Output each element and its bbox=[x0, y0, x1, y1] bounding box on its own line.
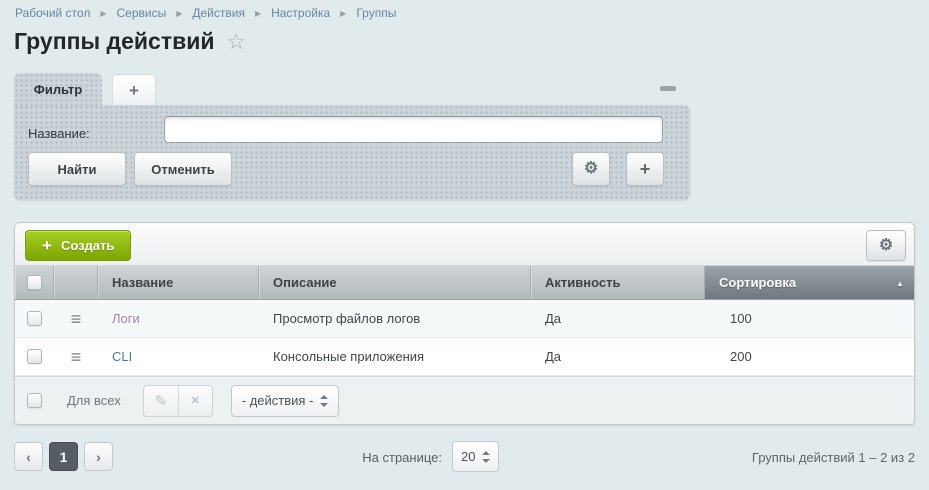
gear-icon: ⚙ bbox=[583, 160, 599, 177]
row-name-link[interactable]: CLI bbox=[112, 349, 132, 364]
table-row: ≡ Логи Просмотр файлов логов Да 100 bbox=[15, 300, 914, 338]
select-all-checkbox[interactable] bbox=[26, 275, 42, 290]
records-counter: Группы действий 1 – 2 из 2 bbox=[751, 450, 915, 465]
page-title: Группы действий bbox=[14, 28, 215, 54]
add-filter-tab-button[interactable]: + bbox=[112, 74, 156, 106]
row-sort: 200 bbox=[730, 349, 752, 364]
sort-asc-icon: ▲ bbox=[896, 279, 904, 288]
breadcrumb-separator-icon: ▶ bbox=[100, 9, 107, 18]
breadcrumb-link-services[interactable]: Сервисы bbox=[116, 6, 166, 20]
per-page-label: На странице: bbox=[362, 450, 442, 465]
row-active: Да bbox=[545, 311, 562, 326]
grid-settings-button[interactable]: ⚙ bbox=[866, 230, 906, 261]
chevron-right-icon: › bbox=[96, 448, 101, 465]
chevron-left-icon: ‹ bbox=[26, 448, 31, 465]
breadcrumb-link-desktop[interactable]: Рабочий стол bbox=[15, 6, 90, 20]
for-all-label: Для всех bbox=[67, 393, 121, 408]
plus-icon: + bbox=[129, 80, 139, 100]
row-menu-icon[interactable]: ≡ bbox=[71, 348, 82, 366]
breadcrumb: Рабочий стол ▶ Сервисы ▶ Действия ▶ Настройка ▶… bbox=[15, 6, 396, 20]
row-description: Просмотр файлов логов bbox=[273, 311, 421, 326]
row-name-link[interactable]: Логи bbox=[112, 311, 140, 326]
tab-filter[interactable]: Фильтр bbox=[14, 73, 102, 106]
column-header-name[interactable]: Название bbox=[98, 266, 259, 299]
pagination-page-1[interactable]: 1 bbox=[49, 442, 78, 471]
action-groups-grid: + Создать ⚙ Название Описание Активность… bbox=[14, 222, 915, 425]
find-button[interactable]: Найти bbox=[28, 152, 126, 186]
cancel-button[interactable]: Отменить bbox=[134, 152, 232, 186]
row-checkbox[interactable] bbox=[27, 311, 42, 326]
action-groups-page: Рабочий стол ▶ Сервисы ▶ Действия ▶ Настройка ▶… bbox=[0, 0, 929, 490]
row-menu-icon[interactable]: ≡ bbox=[71, 310, 82, 328]
row-menu-header-cell bbox=[54, 266, 98, 299]
filter-settings-button[interactable]: ⚙ bbox=[572, 152, 610, 186]
breadcrumb-separator-icon: ▶ bbox=[176, 9, 183, 18]
filter-name-input[interactable] bbox=[164, 116, 663, 143]
row-active: Да bbox=[545, 349, 562, 364]
grid-toolbar: + Создать ⚙ bbox=[15, 223, 914, 266]
select-all-header-cell bbox=[15, 266, 54, 299]
breadcrumb-link-groups[interactable]: Группы bbox=[356, 6, 396, 20]
updown-arrows-icon bbox=[482, 450, 490, 463]
grid-header: Название Описание Активность Сортировка … bbox=[15, 266, 914, 300]
per-page-value: 20 bbox=[461, 449, 476, 464]
column-header-sort-label: Сортировка bbox=[719, 275, 797, 290]
breadcrumb-separator-icon: ▶ bbox=[254, 9, 262, 18]
bulk-edit-button[interactable]: ✎ bbox=[143, 385, 178, 416]
for-all-checkbox[interactable] bbox=[27, 393, 42, 408]
gear-icon: ⚙ bbox=[878, 236, 894, 254]
column-header-active[interactable]: Активность bbox=[531, 266, 705, 299]
actions-select-value: - действия - bbox=[241, 393, 314, 408]
column-header-sort[interactable]: Сортировка ▲ bbox=[705, 266, 914, 299]
row-checkbox[interactable] bbox=[27, 349, 42, 364]
per-page-select[interactable]: 20 bbox=[452, 441, 499, 472]
create-button[interactable]: + Создать bbox=[25, 230, 132, 261]
row-sort: 100 bbox=[730, 311, 752, 326]
filter-name-label: Название: bbox=[28, 126, 90, 141]
pencil-icon: ✎ bbox=[154, 392, 168, 410]
bulk-action-buttons: ✎ × bbox=[142, 384, 213, 417]
row-description: Консольные приложения bbox=[273, 349, 425, 364]
breadcrumb-link-settings[interactable]: Настройка bbox=[271, 6, 330, 20]
filter-panel: Название: Найти Отменить ⚙ + bbox=[14, 105, 690, 200]
favorite-star-icon[interactable]: ☆ bbox=[227, 30, 247, 53]
table-row: ≡ CLI Консольные приложения Да 200 bbox=[15, 338, 914, 376]
collapse-filter-icon[interactable] bbox=[660, 86, 676, 91]
pagination-next-button[interactable]: › bbox=[84, 442, 113, 471]
grid-footer: Для всех ✎ × - действия - bbox=[15, 376, 914, 424]
actions-select[interactable]: - действия - bbox=[230, 384, 339, 417]
close-icon: × bbox=[190, 392, 200, 409]
filter-add-field-button[interactable]: + bbox=[626, 152, 664, 186]
breadcrumb-separator-icon: ▶ bbox=[340, 9, 347, 18]
pagination-prev-button[interactable]: ‹ bbox=[14, 442, 43, 471]
bulk-delete-button[interactable]: × bbox=[177, 385, 212, 416]
breadcrumb-link-actions[interactable]: Действия bbox=[192, 6, 245, 20]
updown-arrows-icon bbox=[319, 394, 328, 407]
column-header-description[interactable]: Описание bbox=[259, 266, 531, 299]
plus-icon: + bbox=[639, 158, 651, 179]
plus-icon: + bbox=[42, 235, 52, 255]
create-button-label: Создать bbox=[60, 238, 115, 253]
